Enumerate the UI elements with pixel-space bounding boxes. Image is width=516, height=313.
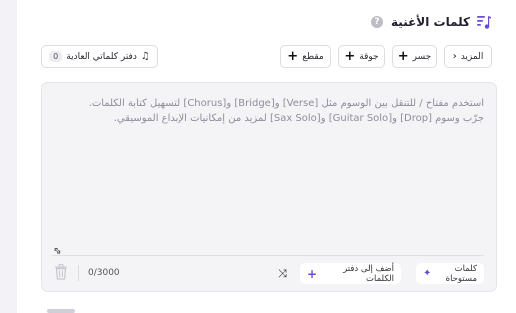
notebook-count-badge: 0 bbox=[49, 51, 63, 62]
add-to-notebook-label: أضف إلى دفتر الكلمات bbox=[343, 263, 394, 284]
more-tags-button[interactable]: المزيد ‹ bbox=[444, 45, 492, 68]
shuffle-icon[interactable]: ⤨ bbox=[278, 267, 287, 281]
footer-separator bbox=[78, 265, 79, 281]
resize-icon[interactable]: ⇕ bbox=[51, 245, 65, 259]
trash-icon[interactable] bbox=[54, 264, 68, 280]
lyrics-notebook-button[interactable]: ♫ دفتر كلماتي العادية 0 bbox=[41, 45, 158, 68]
plus-icon: + bbox=[287, 49, 299, 64]
add-to-notebook-button[interactable]: أضف إلى دفتر الكلمات + bbox=[300, 263, 401, 284]
plus-icon: + bbox=[397, 49, 409, 64]
bridge-label: جسر bbox=[412, 51, 432, 62]
lyrics-header: كلمات الأغنية ? bbox=[371, 14, 492, 30]
help-icon[interactable]: ? bbox=[371, 16, 384, 28]
lyrics-panel: كلمات الأغنية ? المزيد ‹ جسر + جوقة + مق… bbox=[17, 0, 516, 313]
music-notes-icon bbox=[477, 16, 491, 29]
plus-icon: + bbox=[344, 49, 356, 64]
inspired-lyrics-label: كلمات مستوحاة bbox=[445, 263, 477, 284]
page-title: كلمات الأغنية bbox=[391, 15, 470, 29]
bridge-tag-button[interactable]: جسر + bbox=[392, 45, 437, 68]
chorus-label: جوقة bbox=[359, 51, 379, 62]
placeholder-line-1: استخدم مفتاح / للتنقل بين الوسوم مثل [Ve… bbox=[88, 98, 484, 109]
sparkle-icon: ✦ bbox=[423, 268, 432, 279]
more-label: المزيد bbox=[460, 51, 484, 62]
plus-icon: + bbox=[307, 266, 318, 281]
lyrics-editor[interactable]: استخدم مفتاح / للتنقل بين الوسوم مثل [Ve… bbox=[41, 82, 497, 292]
inspired-lyrics-button[interactable]: كلمات مستوحاة ✦ bbox=[416, 263, 484, 284]
chevron-left-icon: ‹ bbox=[452, 51, 457, 62]
notes-list-icon: ♫ bbox=[140, 51, 150, 62]
chorus-tag-button[interactable]: جوقة + bbox=[338, 45, 385, 68]
notebook-label: دفتر كلماتي العادية bbox=[66, 51, 137, 62]
bottom-scroll-indicator bbox=[47, 309, 75, 313]
character-counter: 0/3000 bbox=[88, 268, 120, 278]
verse-tag-button[interactable]: مقطع + bbox=[280, 45, 331, 68]
editor-footer: 0/3000 ⤨ أضف إلى دفتر الكلمات + كلمات مس… bbox=[52, 261, 484, 285]
editor-divider bbox=[52, 255, 484, 256]
tag-toolbar: المزيد ‹ جسر + جوقة + مقطع + ♫ دفتر كلما… bbox=[41, 45, 492, 68]
placeholder-line-2: جرّب وسوم [Drop] و[Guitar Solo] و[Sax So… bbox=[113, 113, 484, 124]
lyrics-placeholder: استخدم مفتاح / للتنقل بين الوسوم مثل [Ve… bbox=[62, 96, 484, 126]
verse-label: مقطع bbox=[302, 51, 324, 62]
